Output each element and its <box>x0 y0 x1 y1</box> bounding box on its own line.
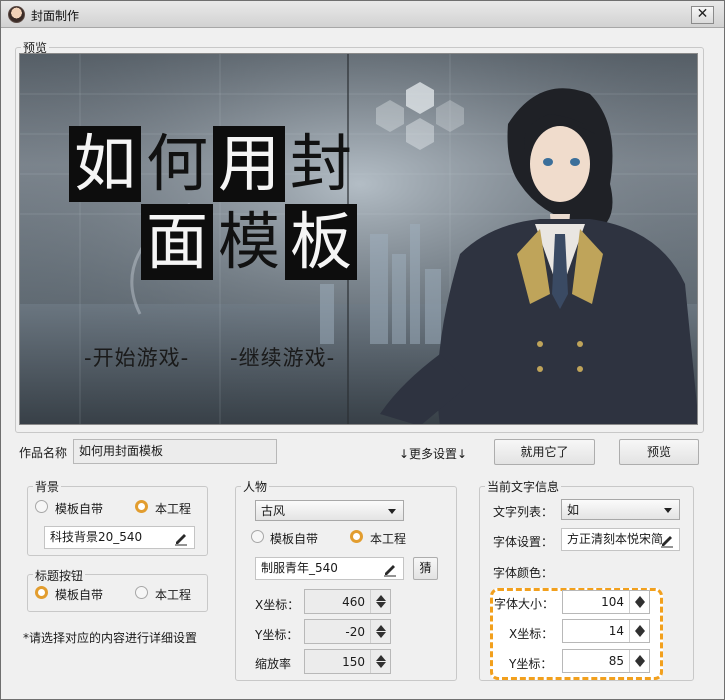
stepper-up-icon[interactable] <box>376 655 386 661</box>
stepper-up-icon[interactable] <box>376 595 386 601</box>
preview-title-char: 面 <box>141 204 213 280</box>
stepper-down-icon[interactable] <box>376 632 386 638</box>
font-size-label: 字体大小： <box>494 597 555 611</box>
chevron-down-icon <box>664 508 672 513</box>
title-button-option-project-radio[interactable] <box>135 586 148 599</box>
character-y-label: Y坐标： <box>255 628 299 642</box>
font-color-label: 字体颜色： <box>493 566 554 580</box>
title-button-legend: 标题按钮 <box>33 567 86 584</box>
preview-title-char: 何 <box>145 127 208 200</box>
preview-menu-continue: -继续游戏- <box>230 346 336 370</box>
preview-title-char: 板 <box>285 204 357 280</box>
character-scale-stepper[interactable]: 150 <box>304 649 391 674</box>
character-legend: 人物 <box>241 478 270 495</box>
more-settings-link[interactable]: ↓更多设置↓ <box>399 445 467 462</box>
pencil-icon[interactable] <box>659 532 675 548</box>
stepper-down-icon[interactable] <box>635 602 645 608</box>
text-list-value: 如 <box>567 503 580 517</box>
character-style-value: 古风 <box>261 504 286 518</box>
preview-title-line2: 面 模 板 <box>141 204 357 280</box>
text-x-value: 14 <box>608 624 624 638</box>
font-setting-label: 字体设置： <box>493 535 554 549</box>
text-y-label: Y坐标： <box>509 657 553 671</box>
background-legend: 背景 <box>33 478 62 495</box>
preview-title-char: 封 <box>289 127 352 200</box>
character-option-project-radio[interactable] <box>350 530 363 543</box>
title-button-option-template-label[interactable]: 模板自带 <box>55 586 103 603</box>
title-button-option-template-radio[interactable] <box>35 586 48 599</box>
use-it-button[interactable]: 就用它了 <box>494 439 595 465</box>
window-title: 封面制作 <box>31 9 80 23</box>
stepper-down-icon[interactable] <box>635 631 645 637</box>
character-option-template-radio[interactable] <box>251 530 264 543</box>
preview-title-line1: 如 何 用 封 <box>69 126 357 202</box>
character-option-template-label[interactable]: 模板自带 <box>270 530 318 547</box>
stepper-down-icon[interactable] <box>635 661 645 667</box>
character-style-select[interactable]: 古风 <box>255 500 404 521</box>
pencil-icon[interactable] <box>382 561 398 577</box>
close-button[interactable]: ✕ <box>691 6 714 24</box>
text-list-select[interactable]: 如 <box>561 499 680 520</box>
font-size-value: 104 <box>601 595 624 609</box>
stepper-down-icon[interactable] <box>376 662 386 668</box>
text-list-label: 文字列表： <box>493 505 554 519</box>
text-info-legend: 当前文字信息 <box>485 478 562 495</box>
chevron-down-icon <box>388 509 396 514</box>
stepper-down-icon[interactable] <box>376 602 386 608</box>
background-option-project-radio[interactable] <box>135 500 148 513</box>
font-size-stepper[interactable]: 104 <box>562 590 650 614</box>
title-bar: 封面制作 ✕ <box>1 1 724 28</box>
character-scale-label: 缩放率 <box>255 657 292 671</box>
title-button-option-project-label[interactable]: 本工程 <box>155 586 191 603</box>
work-name-label: 作品名称 <box>19 446 68 460</box>
preview-title-char: 如 <box>69 126 141 202</box>
background-option-template-label[interactable]: 模板自带 <box>55 500 103 517</box>
preview-title-char: 模 <box>217 205 280 278</box>
character-option-project-label[interactable]: 本工程 <box>370 530 406 547</box>
text-x-stepper[interactable]: 14 <box>562 619 650 643</box>
preview-button[interactable]: 预览 <box>619 439 699 465</box>
character-y-stepper[interactable]: -20 <box>304 619 391 644</box>
app-avatar-icon <box>8 6 25 23</box>
character-scale-value: 150 <box>342 655 365 669</box>
hint-text: *请选择对应的内容进行详细设置 <box>23 631 198 645</box>
character-y-value: -20 <box>345 625 365 639</box>
background-option-template-radio[interactable] <box>35 500 48 513</box>
guess-button[interactable]: 猜 <box>413 557 438 580</box>
text-y-stepper[interactable]: 85 <box>562 649 650 673</box>
pencil-icon[interactable] <box>173 530 189 546</box>
work-name-input[interactable]: 如何用封面模板 <box>73 439 277 464</box>
character-x-label: X坐标： <box>255 598 300 612</box>
stepper-up-icon[interactable] <box>376 625 386 631</box>
preview-image: 如 何 用 封 面 模 板 -开始游戏- -继续游戏- <box>19 53 698 425</box>
character-x-stepper[interactable]: 460 <box>304 589 391 614</box>
cover-editor-window: 封面制作 ✕ 预览 如 何 用 封 面 模 板 -开始游戏- -继续游戏- 作品… <box>0 0 725 700</box>
text-x-label: X坐标： <box>509 627 554 641</box>
preview-title-char: 用 <box>213 126 285 202</box>
preview-menu-start: -开始游戏- <box>84 346 190 370</box>
background-option-project-label[interactable]: 本工程 <box>155 500 191 517</box>
character-x-value: 460 <box>342 595 365 609</box>
text-y-value: 85 <box>608 654 624 668</box>
